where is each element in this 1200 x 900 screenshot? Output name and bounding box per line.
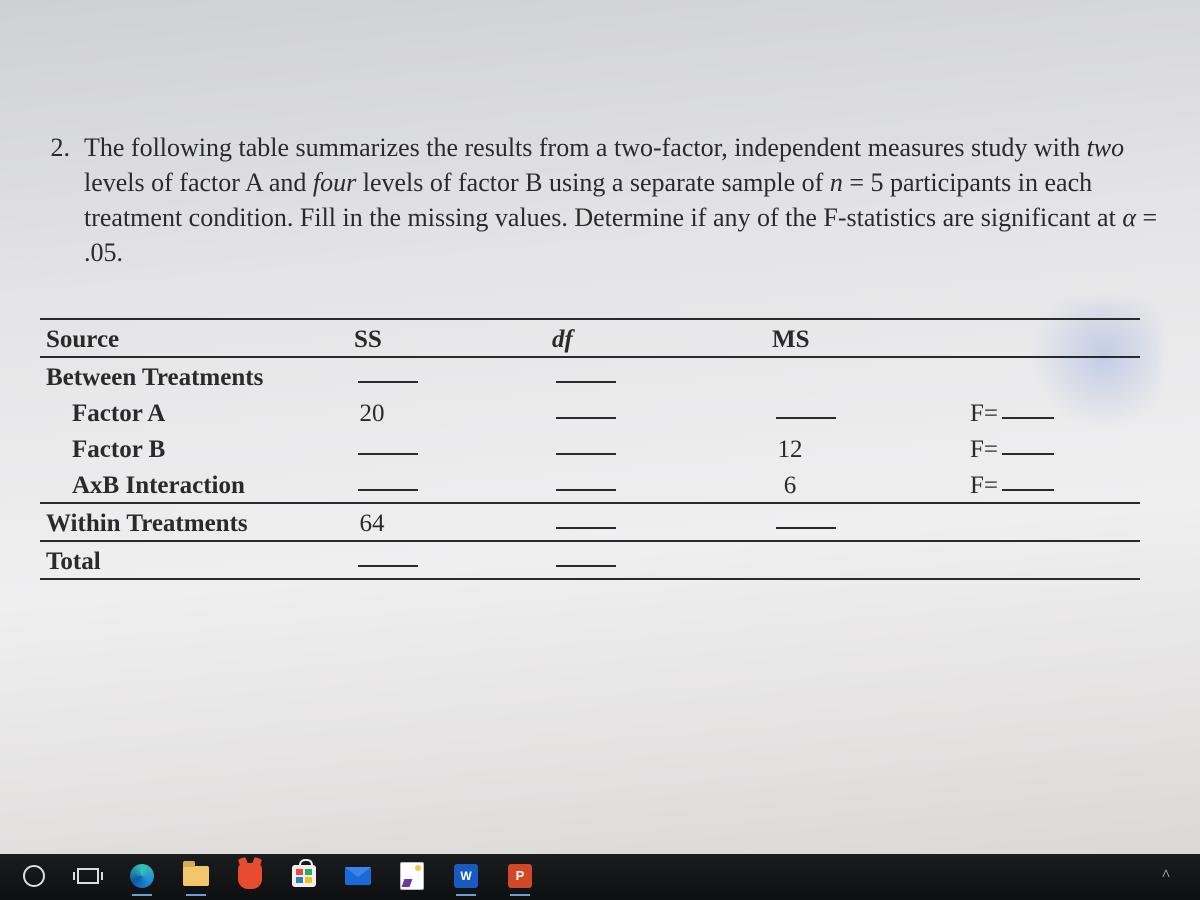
row-between: Between Treatments — [40, 357, 1140, 394]
windows-taskbar[interactable]: W P ^ — [0, 854, 1200, 900]
total-df — [546, 541, 766, 579]
blank-between-df — [556, 381, 616, 383]
hdr-f — [964, 319, 1140, 357]
between-df — [546, 357, 766, 394]
start-button[interactable] — [20, 862, 48, 892]
word-button[interactable]: W — [452, 862, 480, 892]
within-ss: 64 — [348, 503, 546, 541]
factor-a-ms — [766, 394, 964, 430]
tray-overflow-button[interactable]: ^ — [1152, 862, 1180, 892]
blank-b-f — [1002, 453, 1054, 455]
total-ms — [766, 541, 964, 579]
blank-axb-ss — [358, 489, 418, 491]
table-header-row: Source SS df MS — [40, 319, 1140, 357]
q-text-1: The following table summarizes the resul… — [84, 133, 1087, 162]
mail-icon — [345, 867, 371, 885]
blank-within-df — [556, 527, 616, 529]
factor-a-df — [546, 394, 766, 430]
blank-total-ss — [358, 565, 418, 567]
blank-b-df — [556, 453, 616, 455]
powerpoint-button[interactable]: P — [506, 862, 534, 892]
blank-within-ms — [776, 527, 836, 529]
start-circle-icon — [23, 865, 45, 887]
powerpoint-icon: P — [508, 864, 532, 888]
row-factor-b: Factor B 12 F= — [40, 430, 1140, 466]
row-axb: AxB Interaction 6 F= — [40, 466, 1140, 503]
lbl-total: Total — [40, 541, 348, 579]
q-italic-two: two — [1087, 133, 1125, 162]
brave-button[interactable] — [236, 862, 264, 892]
mail-button[interactable] — [344, 862, 372, 892]
blank-b-ss — [358, 453, 418, 455]
task-view-icon — [77, 868, 99, 884]
fprefix-axb: F= — [970, 472, 998, 499]
edge-icon — [130, 864, 154, 888]
within-f — [964, 503, 1140, 541]
anova-table-wrap: Source SS df MS Between Treatments Facto… — [40, 318, 1140, 580]
factor-b-f: F= — [964, 430, 1140, 466]
axb-ms: 6 — [766, 466, 964, 503]
row-factor-a: Factor A 20 F= — [40, 394, 1140, 430]
q-italic-four: four — [313, 168, 356, 197]
lbl-factor-b: Factor B — [40, 430, 348, 466]
file-explorer-button[interactable] — [182, 862, 210, 892]
lbl-axb: AxB Interaction — [40, 466, 348, 503]
fprefix-a: F= — [970, 400, 998, 427]
within-ms — [766, 503, 964, 541]
question-number: 2. — [20, 130, 84, 270]
factor-a-f: F= — [964, 394, 1140, 430]
blank-between-ss — [358, 381, 418, 383]
hdr-ss: SS — [348, 319, 546, 357]
total-f — [964, 541, 1140, 579]
paint-button[interactable] — [398, 862, 426, 892]
hdr-ms: MS — [766, 319, 964, 357]
blank-a-f — [1002, 417, 1054, 419]
axb-ss — [348, 466, 546, 503]
paint-icon — [400, 862, 424, 890]
row-total: Total — [40, 541, 1140, 579]
blank-axb-f — [1002, 489, 1054, 491]
factor-b-df — [546, 430, 766, 466]
row-within: Within Treatments 64 — [40, 503, 1140, 541]
q-text-2: levels of factor A and — [84, 168, 313, 197]
anova-table: Source SS df MS Between Treatments Facto… — [40, 318, 1140, 580]
fprefix-b: F= — [970, 436, 998, 463]
question-text: The following table summarizes the resul… — [84, 130, 1190, 270]
q-italic-n: n — [830, 168, 843, 197]
total-ss — [348, 541, 546, 579]
factor-b-ss — [348, 430, 546, 466]
hdr-df: df — [546, 319, 766, 357]
blank-a-df — [556, 417, 616, 419]
blank-a-ms — [776, 417, 836, 419]
between-f — [964, 357, 1140, 394]
folder-icon — [183, 866, 209, 886]
lbl-between: Between Treatments — [40, 357, 348, 394]
q-alpha: α — [1122, 203, 1136, 232]
axb-f: F= — [964, 466, 1140, 503]
axb-df — [546, 466, 766, 503]
factor-b-ms: 12 — [766, 430, 964, 466]
q-text-3: levels of factor B using a separate samp… — [356, 168, 830, 197]
blank-axb-df — [556, 489, 616, 491]
store-button[interactable] — [290, 862, 318, 892]
blank-total-df — [556, 565, 616, 567]
between-ss — [348, 357, 546, 394]
brave-icon — [238, 863, 262, 889]
word-icon: W — [454, 864, 478, 888]
factor-a-ss: 20 — [348, 394, 546, 430]
edge-button[interactable] — [128, 862, 156, 892]
within-df — [546, 503, 766, 541]
store-icon — [292, 865, 316, 887]
between-ms — [766, 357, 964, 394]
question-block: 2. The following table summarizes the re… — [20, 130, 1190, 270]
lbl-within: Within Treatments — [40, 503, 348, 541]
lbl-factor-a: Factor A — [40, 394, 348, 430]
hdr-source: Source — [40, 319, 348, 357]
task-view-button[interactable] — [74, 862, 102, 892]
